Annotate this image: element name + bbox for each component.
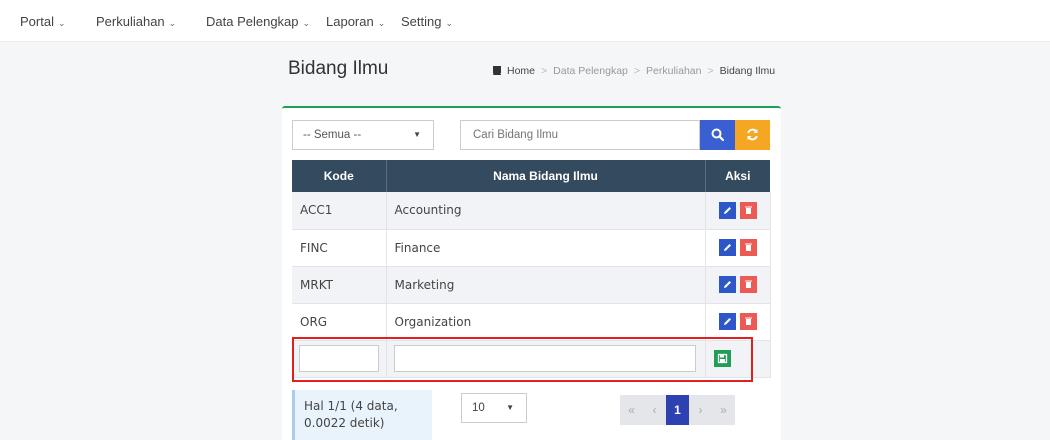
table-row: FINC Finance [292, 229, 771, 267]
table-row: MRKT Marketing [292, 266, 771, 304]
filter-select[interactable]: -- Semua -- ▼ [292, 120, 434, 150]
trash-icon [744, 280, 752, 288]
cell-aksi [705, 229, 771, 267]
breadcrumb-data-pelengkap[interactable]: Data Pelengkap [553, 65, 628, 77]
pencil-icon [723, 281, 731, 288]
last-page-button[interactable]: » [712, 395, 735, 425]
nav-setting[interactable]: Setting ⌄ [401, 14, 453, 29]
trash-icon [744, 206, 752, 214]
cell-aksi [705, 266, 771, 304]
floppy-icon [717, 353, 727, 364]
refresh-button[interactable] [735, 120, 770, 150]
cell-kode: ORG [292, 303, 387, 341]
next-page-button[interactable]: › [689, 395, 712, 425]
cell-nama: Marketing [386, 266, 706, 304]
cell-nama: Finance [386, 229, 706, 267]
cell-kode: FINC [292, 229, 387, 267]
delete-button[interactable] [739, 239, 757, 256]
table-header-row: Kode Nama Bidang Ilmu Aksi [292, 160, 770, 192]
caret-down-icon: ▼ [506, 403, 514, 412]
new-row-kode-cell [292, 340, 387, 378]
table-row: ORG Organization [292, 303, 771, 341]
filter-select-value: -- Semua -- [303, 129, 362, 141]
new-row [292, 340, 771, 378]
caret-down-icon: ▼ [413, 130, 421, 139]
nav-perkuliahan-label: Perkuliahan [96, 14, 165, 29]
chevron-down-icon: ⌄ [57, 18, 66, 28]
breadcrumb-separator: > [707, 65, 714, 77]
edit-button[interactable] [718, 201, 736, 219]
nav-portal-label: Portal [20, 14, 54, 29]
search-input[interactable] [460, 120, 700, 150]
pagination: « ‹ 1 › » [620, 395, 735, 425]
pagination-info-line2: 0.0022 detik) [304, 416, 385, 430]
trash-icon [744, 243, 752, 251]
save-button[interactable] [713, 350, 731, 367]
cell-kode: MRKT [292, 266, 387, 304]
delete-button[interactable] [739, 313, 757, 330]
chevron-down-icon: ⌄ [445, 18, 454, 28]
pagination-info-line1: Hal 1/1 (4 data, [304, 399, 398, 413]
prev-page-button[interactable]: ‹ [643, 395, 666, 425]
nav-laporan[interactable]: Laporan ⌄ [326, 14, 385, 29]
top-navbar: Portal ⌄ Perkuliahan ⌄ Data Pelengkap ⌄ Lap… [0, 0, 1050, 42]
breadcrumb-separator: > [541, 65, 548, 77]
nav-setting-label: Setting [401, 14, 442, 29]
breadcrumb-current: Bidang Ilmu [719, 65, 776, 77]
data-table: Kode Nama Bidang Ilmu Aksi ACC1 Accounti… [292, 160, 771, 378]
pencil-icon [723, 206, 731, 214]
edit-button[interactable] [718, 313, 736, 330]
header-aksi: Aksi [705, 160, 770, 192]
cell-kode: ACC1 [292, 192, 387, 230]
breadcrumb: Home > Data Pelengkap > Perkuliahan > Bidang I… [492, 65, 775, 77]
edit-button[interactable] [718, 276, 736, 293]
breadcrumb-separator: > [633, 65, 641, 77]
nav-data-pelengkap-label: Data Pelengkap [206, 14, 299, 29]
main-panel: -- Semua -- ▼ Kode Nama Bidang Ilmu Aksi… [282, 106, 781, 440]
page-1-button[interactable]: 1 [666, 395, 689, 425]
search-icon [711, 128, 724, 141]
new-row-nama-cell [386, 340, 706, 378]
edit-button[interactable] [718, 239, 736, 256]
refresh-icon [747, 128, 758, 141]
pencil-icon [723, 244, 731, 251]
nav-portal[interactable]: Portal ⌄ [20, 14, 66, 29]
header-kode[interactable]: Kode [292, 160, 387, 192]
new-row-aksi-cell [705, 340, 771, 378]
nav-laporan-label: Laporan [326, 14, 374, 29]
trash-icon [744, 317, 752, 325]
delete-button[interactable] [739, 276, 757, 293]
page-title: Bidang Ilmu [288, 58, 389, 79]
book-icon [493, 66, 501, 75]
cell-aksi [705, 303, 771, 341]
cell-nama: Accounting [386, 192, 706, 230]
cell-nama: Organization [386, 303, 706, 341]
breadcrumb-home[interactable]: Home [507, 65, 535, 77]
new-kode-input[interactable] [299, 345, 379, 372]
per-page-value: 10 [472, 402, 485, 414]
first-page-button[interactable]: « [620, 395, 643, 425]
pencil-icon [723, 318, 731, 325]
chevron-down-icon: ⌄ [377, 18, 386, 28]
nav-data-pelengkap[interactable]: Data Pelengkap ⌄ [206, 14, 310, 29]
nav-perkuliahan[interactable]: Perkuliahan ⌄ [96, 14, 176, 29]
pagination-info: Hal 1/1 (4 data, 0.0022 detik) [292, 390, 432, 440]
per-page-select[interactable]: 10 ▼ [461, 393, 527, 423]
new-nama-input[interactable] [393, 345, 696, 372]
chevron-down-icon: ⌄ [302, 18, 311, 28]
cell-aksi [705, 192, 771, 230]
table-row: ACC1 Accounting [292, 192, 771, 230]
delete-button[interactable] [739, 201, 757, 219]
breadcrumb-perkuliahan[interactable]: Perkuliahan [646, 65, 701, 77]
search-button[interactable] [700, 120, 735, 150]
header-nama[interactable]: Nama Bidang Ilmu [386, 160, 706, 192]
chevron-down-icon: ⌄ [168, 18, 177, 28]
